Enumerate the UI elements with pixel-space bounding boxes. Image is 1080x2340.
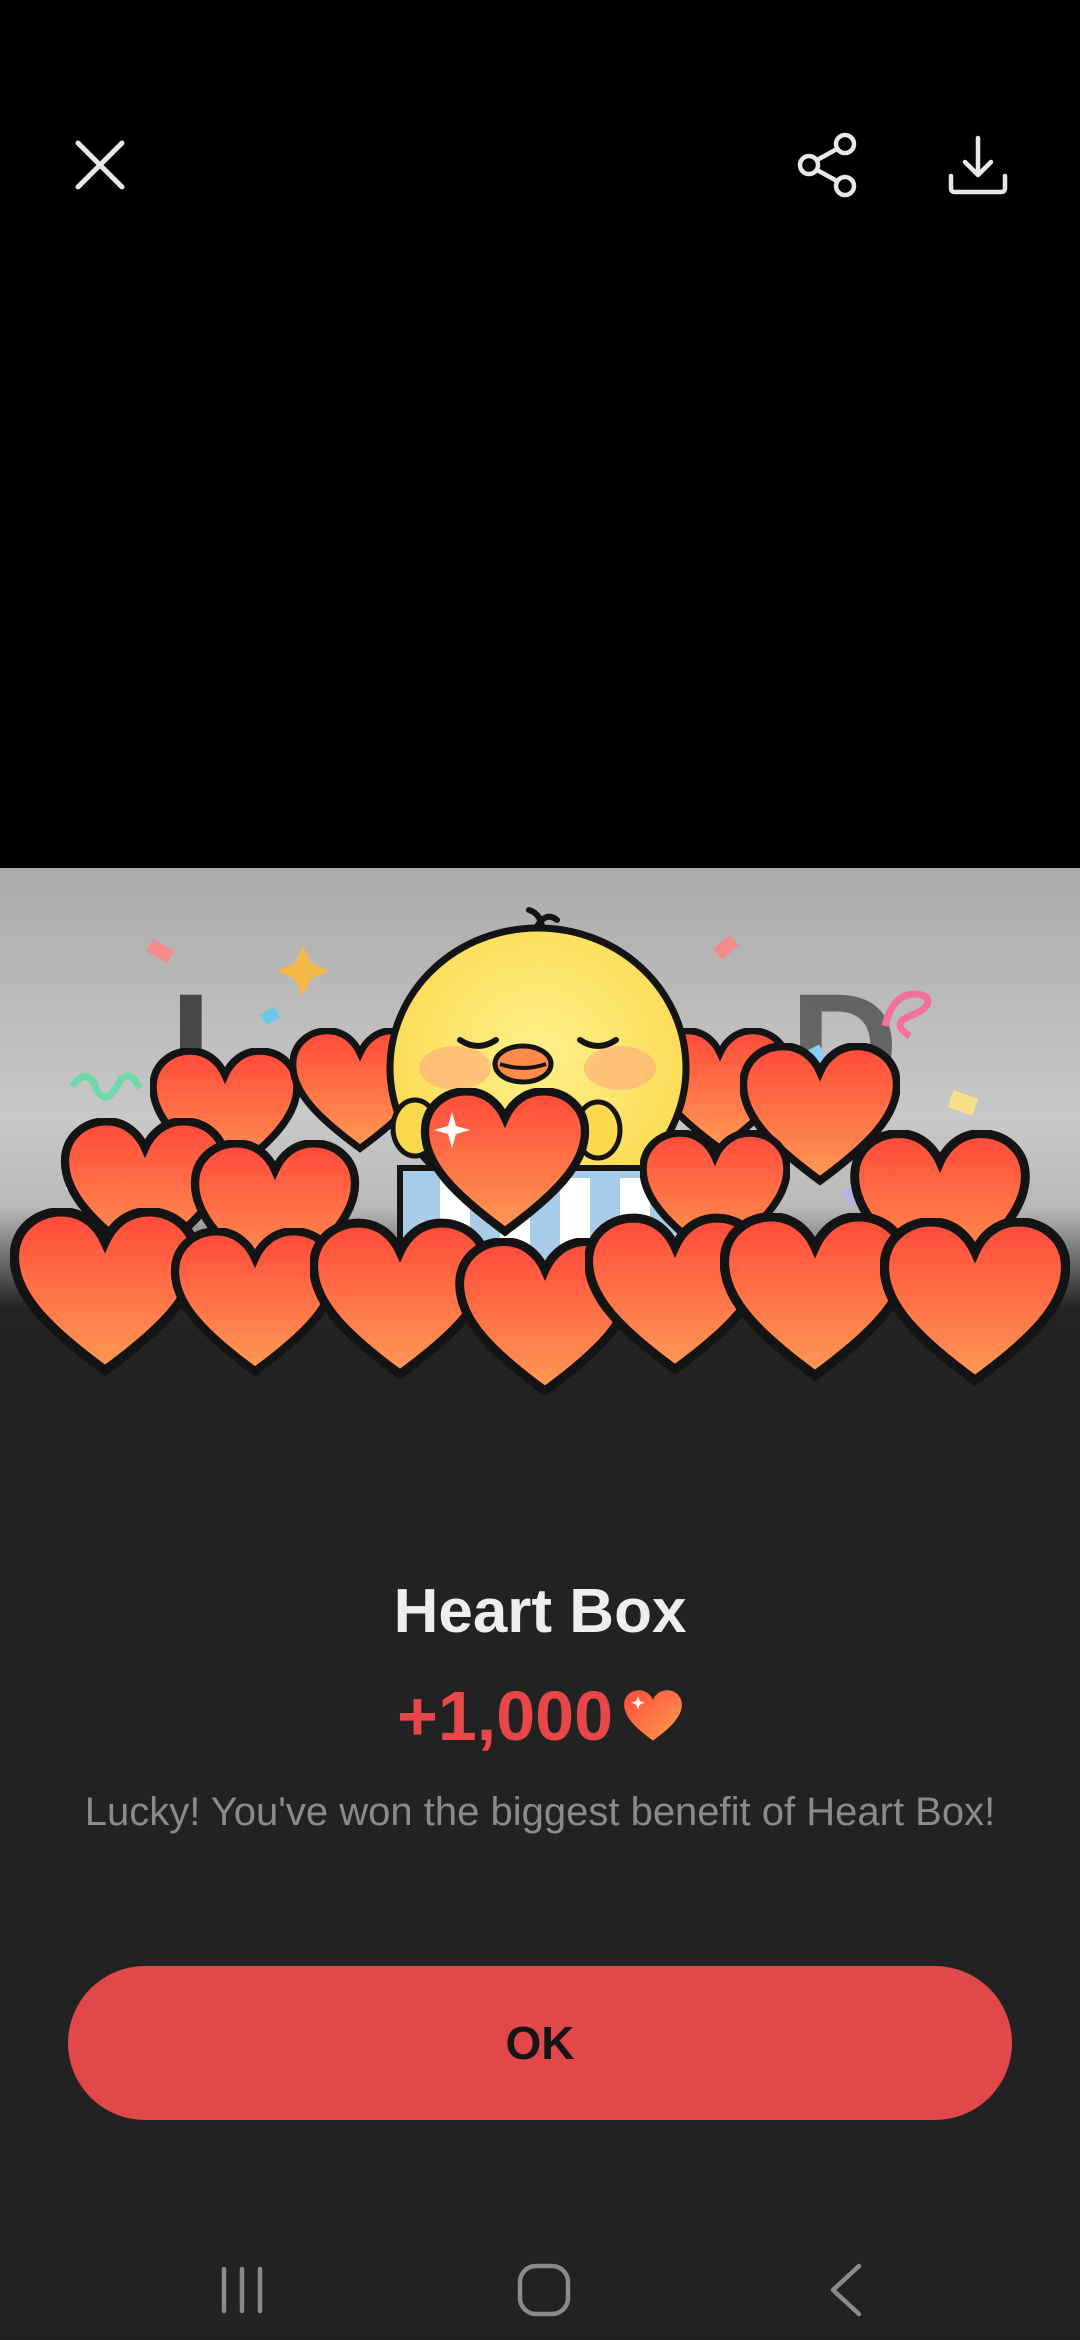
heart-icon [624,1690,682,1741]
chick-with-hearts-image: L D [0,907,1080,1408]
reward-row: +1,000 [0,1676,1080,1756]
recent-apps-button[interactable] [192,2240,292,2340]
reward-message: Lucky! You've won the biggest benefit of… [84,1790,996,1834]
reward-sheet [0,1405,1080,2340]
system-navigation-bar [0,2220,1080,2340]
close-icon [75,140,125,190]
home-button[interactable] [494,2240,594,2340]
back-icon [830,2263,862,2317]
ok-button[interactable]: OK [68,1966,1012,2120]
back-button[interactable] [796,2240,896,2340]
home-icon [517,2263,571,2317]
reward-amount: +1,000 [396,1677,614,1755]
close-button[interactable] [50,115,150,215]
dialog-title: Heart Box [393,1577,687,1646]
download-button[interactable] [928,115,1028,215]
heart-box-illustration: L D [0,868,1080,1408]
top-toolbar [0,0,1080,330]
download-icon [948,135,1008,195]
recent-apps-icon [221,2266,263,2314]
ok-button-label: OK [505,2017,575,2069]
share-icon [797,132,857,198]
share-button[interactable] [778,115,878,215]
